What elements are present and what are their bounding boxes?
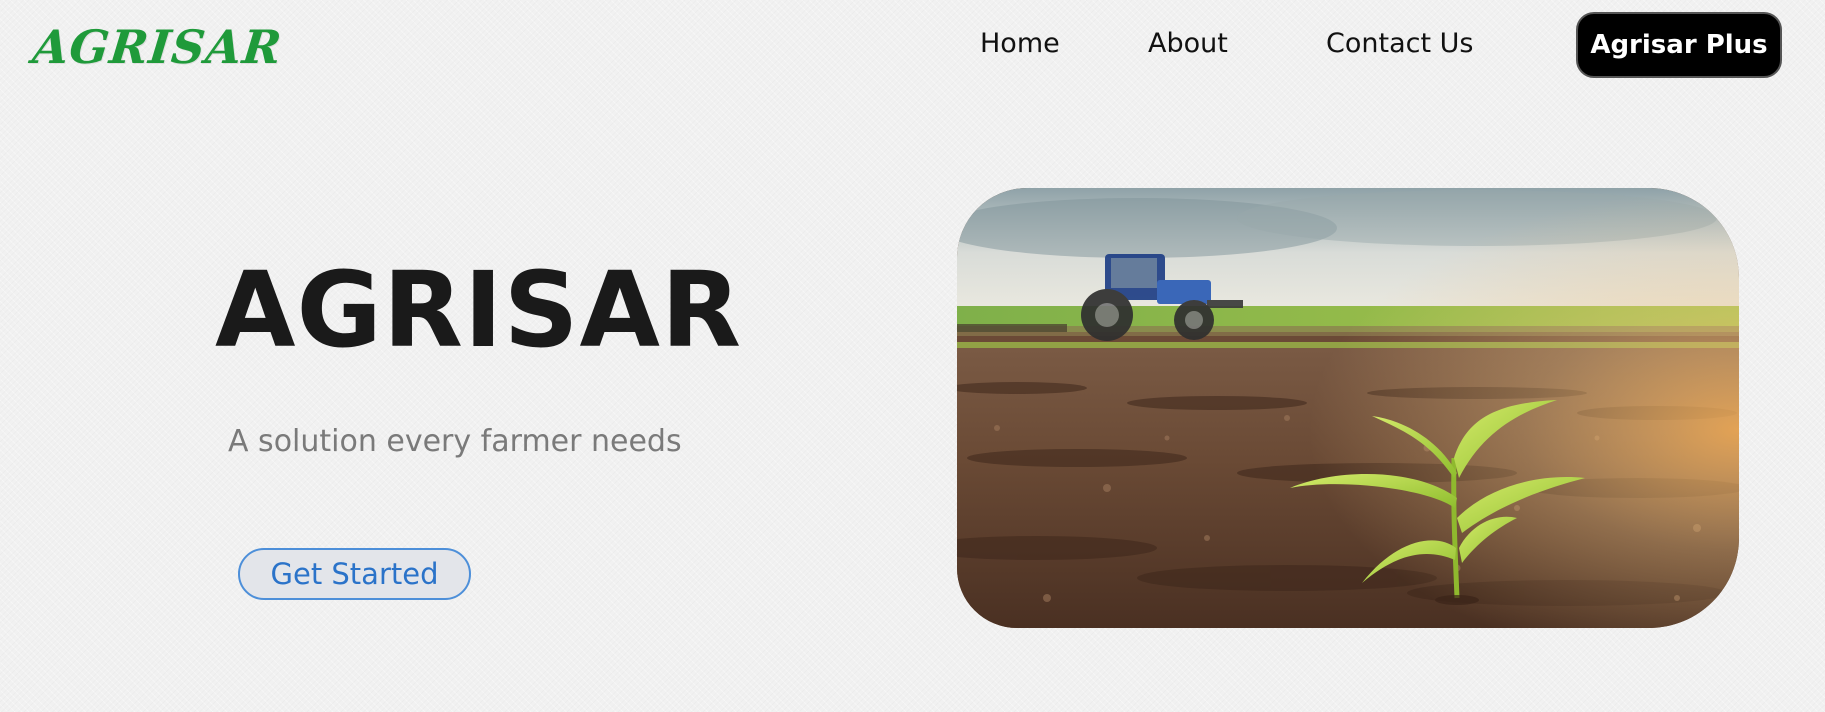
nav-link-about[interactable]: About xyxy=(1148,24,1228,64)
get-started-button[interactable]: Get Started xyxy=(238,548,471,600)
hero-image xyxy=(957,188,1739,628)
nav-link-contact-us[interactable]: Contact Us xyxy=(1326,24,1473,64)
farm-field-illustration xyxy=(957,188,1739,628)
agrisar-plus-button[interactable]: Agrisar Plus xyxy=(1576,12,1782,78)
main-nav: Home About Contact Us xyxy=(0,24,1825,64)
hero-subtitle: A solution every farmer needs xyxy=(228,424,682,459)
nav-link-home[interactable]: Home xyxy=(980,24,1060,64)
hero-title: AGRISAR xyxy=(215,249,743,371)
